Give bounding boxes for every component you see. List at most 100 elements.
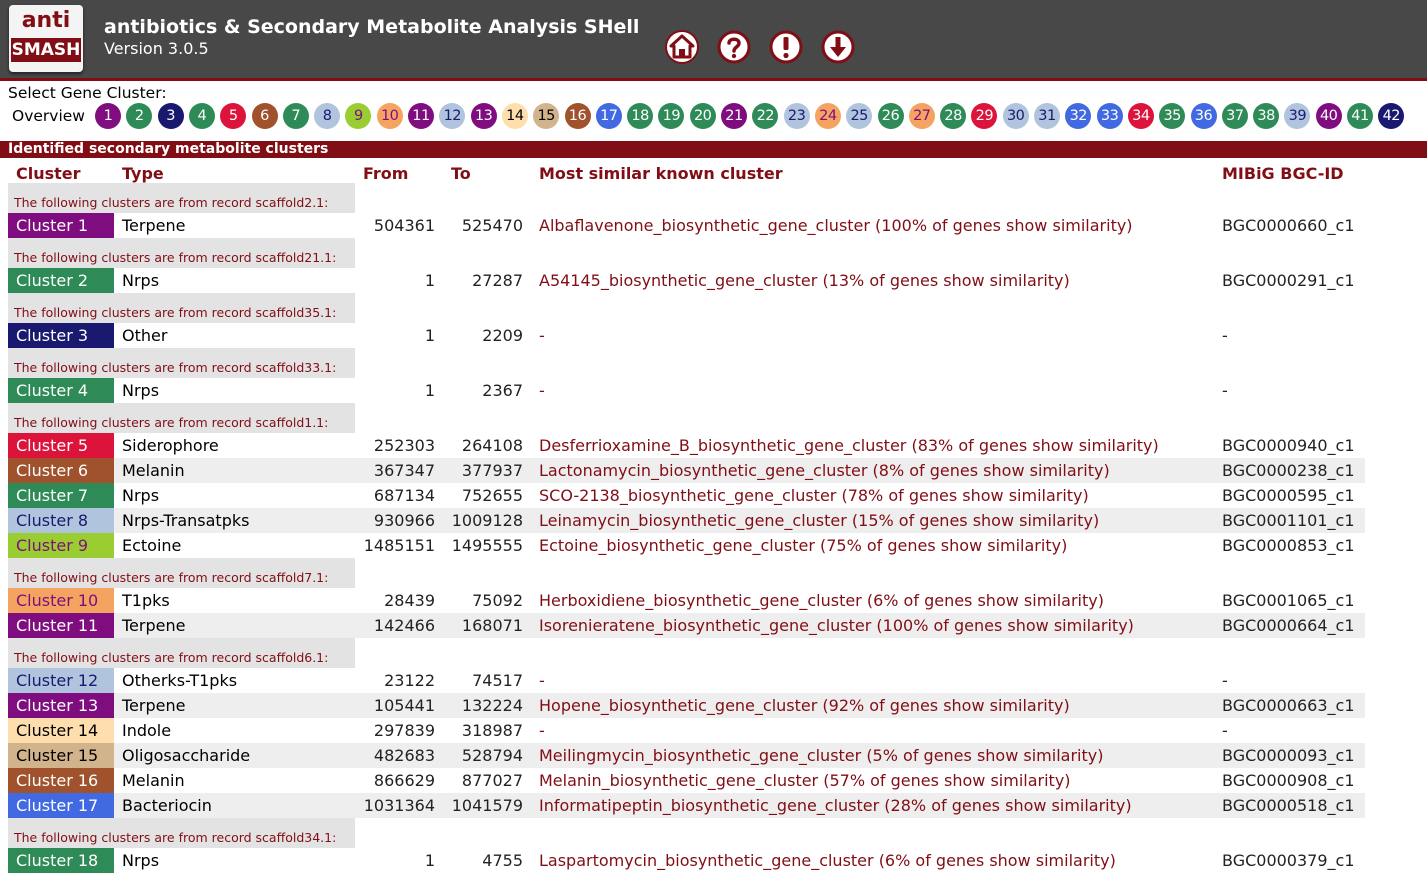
cluster-nav-37[interactable]: 37 [1221, 103, 1248, 129]
most-similar-cluster[interactable]: Leinamycin_biosynthetic_gene_cluster (15… [539, 508, 1099, 533]
cluster-nav-22[interactable]: 22 [752, 103, 779, 129]
table-row[interactable]: Cluster 14 Indole 297839 318987- - [8, 718, 1365, 743]
cluster-link[interactable]: Cluster 10 [8, 588, 114, 613]
table-row[interactable]: Cluster 4 Nrps 1 2367- - [8, 378, 1365, 403]
table-row[interactable]: Cluster 18 Nrps 1 4755 Laspartomycin_biosynt… [8, 848, 1365, 873]
table-row[interactable]: Cluster 7 Nrps 687134 752655 SCO-2138_biosyn… [8, 483, 1365, 508]
cluster-nav-13[interactable]: 13 [470, 103, 497, 129]
cluster-nav-1[interactable]: 1 [95, 103, 121, 129]
cluster-link[interactable]: Cluster 8 [8, 508, 114, 533]
home-icon[interactable] [665, 30, 699, 64]
cluster-nav-3[interactable]: 3 [157, 103, 184, 129]
most-similar-cluster[interactable]: Desferrioxamine_B_biosynthetic_gene_clus… [539, 433, 1159, 458]
cluster-nav-38[interactable]: 38 [1253, 103, 1280, 129]
table-row[interactable]: Cluster 10 T1pks 28439 75092 Herboxidiene_bi… [8, 588, 1365, 613]
table-row[interactable]: Cluster 8 Nrps-Transatpks 930966 1009128 Lei… [8, 508, 1365, 533]
record-header-label: The following clusters are from record s… [14, 650, 329, 665]
cluster-nav-20[interactable]: 20 [689, 103, 716, 129]
cluster-nav-21[interactable]: 21 [721, 103, 747, 129]
table-row[interactable]: Cluster 6 Melanin 367347 377937 Lactonamycin… [8, 458, 1365, 483]
cluster-to: 377937 [461, 461, 523, 480]
cluster-nav-41[interactable]: 41 [1347, 103, 1373, 129]
cluster-nav-17[interactable]: 17 [595, 103, 622, 129]
most-similar-cluster[interactable]: Albaflavenone_biosynthetic_gene_cluster … [539, 213, 1133, 238]
most-similar-cluster[interactable]: Lactonamycin_biosynthetic_gene_cluster (… [539, 458, 1110, 483]
cluster-link[interactable]: Cluster 7 [8, 483, 114, 508]
most-similar-cluster[interactable]: Isorenieratene_biosynthetic_gene_cluster… [539, 613, 1134, 638]
table-row[interactable]: Cluster 15 Oligosaccharide 482683 528794 Mei… [8, 743, 1365, 768]
cluster-nav-2[interactable]: 2 [126, 103, 153, 129]
most-similar-cluster[interactable]: SCO-2138_biosynthetic_gene_cluster (78% … [539, 483, 1089, 508]
cluster-nav-15[interactable]: 15 [533, 103, 560, 129]
cluster-nav-40[interactable]: 40 [1315, 103, 1342, 129]
cluster-nav-11[interactable]: 11 [408, 103, 434, 129]
cluster-nav-29[interactable]: 29 [971, 103, 998, 129]
most-similar-cluster[interactable]: Meilingmycin_biosynthetic_gene_cluster (… [539, 743, 1103, 768]
cluster-nav-10[interactable]: 10 [376, 103, 403, 129]
cluster-link[interactable]: Cluster 18 [8, 848, 114, 873]
cluster-link[interactable]: Cluster 2 [8, 268, 114, 293]
cluster-link[interactable]: Cluster 6 [8, 458, 114, 483]
cluster-link[interactable]: Cluster 13 [8, 693, 114, 718]
cluster-nav-8[interactable]: 8 [314, 103, 341, 129]
cluster-nav-36[interactable]: 36 [1190, 103, 1217, 129]
cluster-nav-34[interactable]: 34 [1127, 103, 1154, 129]
cluster-nav-31[interactable]: 31 [1034, 103, 1060, 129]
cluster-nav-33[interactable]: 33 [1096, 103, 1123, 129]
cluster-nav-30[interactable]: 30 [1002, 103, 1029, 129]
table-row[interactable]: Cluster 5 Siderophore 252303 264108 Desferri… [8, 433, 1365, 458]
cluster-nav-27[interactable]: 27 [908, 103, 935, 129]
cluster-nav-35[interactable]: 35 [1159, 103, 1186, 129]
table-row[interactable]: Cluster 16 Melanin 866629 877027 Melanin_bio… [8, 768, 1365, 793]
antismash-logo[interactable]: anti SMASH [9, 5, 83, 72]
cluster-nav-25[interactable]: 25 [846, 103, 873, 129]
cluster-nav-19[interactable]: 19 [658, 103, 685, 129]
most-similar-cluster[interactable]: Ectoine_biosynthetic_gene_cluster (75% o… [539, 533, 1067, 558]
table-row[interactable]: Cluster 12 Otherks-T1pks 23122 74517- - [8, 668, 1365, 693]
cluster-link[interactable]: Cluster 11 [8, 613, 114, 638]
cluster-link[interactable]: Cluster 9 [8, 533, 114, 558]
cluster-nav-32[interactable]: 32 [1065, 103, 1092, 129]
cluster-link[interactable]: Cluster 4 [8, 378, 114, 403]
table-row[interactable]: Cluster 3 Other 1 2209- - [8, 323, 1365, 348]
cluster-link[interactable]: Cluster 16 [8, 768, 114, 793]
table-row[interactable]: Cluster 2 Nrps 1 27287 A54145_biosynthetic_g… [8, 268, 1365, 293]
cluster-nav-18[interactable]: 18 [627, 103, 654, 129]
overview-link[interactable]: Overview [12, 107, 85, 125]
cluster-nav-6[interactable]: 6 [251, 103, 278, 129]
alert-icon[interactable] [769, 30, 803, 64]
help-icon[interactable] [717, 30, 751, 64]
cluster-nav-42[interactable]: 42 [1378, 103, 1405, 129]
download-icon[interactable] [821, 30, 855, 64]
cluster-link[interactable]: Cluster 3 [8, 323, 114, 348]
cluster-link[interactable]: Cluster 14 [8, 718, 114, 743]
most-similar-cluster[interactable]: Laspartomycin_biosynthetic_gene_cluster … [539, 848, 1116, 873]
most-similar-cluster[interactable]: Herboxidiene_biosynthetic_gene_cluster (… [539, 588, 1104, 613]
cluster-nav-5[interactable]: 5 [220, 103, 247, 129]
cluster-nav-39[interactable]: 39 [1284, 103, 1311, 129]
cluster-link[interactable]: Cluster 1 [8, 213, 114, 238]
table-row[interactable]: Cluster 13 Terpene 105441 132224 Hopene_bios… [8, 693, 1365, 718]
most-similar-cluster[interactable]: A54145_biosynthetic_gene_cluster (13% of… [539, 268, 1070, 293]
cluster-nav-24[interactable]: 24 [814, 103, 841, 129]
cluster-nav-7[interactable]: 7 [282, 103, 309, 129]
cluster-nav-12[interactable]: 12 [439, 103, 466, 129]
cluster-nav-16[interactable]: 16 [564, 103, 591, 129]
most-similar-cluster[interactable]: Melanin_biosynthetic_gene_cluster (57% o… [539, 768, 1071, 793]
table-row[interactable]: Cluster 17 Bacteriocin 1031364 1041579 Infor… [8, 793, 1365, 818]
cluster-nav-14[interactable]: 14 [501, 103, 528, 129]
cluster-nav-28[interactable]: 28 [940, 103, 967, 129]
most-similar-cluster[interactable]: Hopene_biosynthetic_gene_cluster (92% of… [539, 693, 1070, 718]
cluster-nav-9[interactable]: 9 [345, 103, 372, 129]
most-similar-cluster[interactable]: Informatipeptin_biosynthetic_gene_cluste… [539, 793, 1132, 818]
cluster-nav-4[interactable]: 4 [188, 103, 215, 129]
cluster-link[interactable]: Cluster 17 [8, 793, 114, 818]
table-row[interactable]: Cluster 11 Terpene 142466 168071 Isorenierat… [8, 613, 1365, 638]
cluster-link[interactable]: Cluster 12 [8, 668, 114, 693]
cluster-nav-23[interactable]: 23 [783, 103, 810, 129]
cluster-nav-26[interactable]: 26 [877, 103, 904, 129]
table-row[interactable]: Cluster 1 Terpene 504361 525470 Albaflavenon… [8, 213, 1365, 238]
table-row[interactable]: Cluster 9 Ectoine 1485151 1495555 Ectoine_bi… [8, 533, 1365, 558]
cluster-link[interactable]: Cluster 15 [8, 743, 114, 768]
cluster-link[interactable]: Cluster 5 [8, 433, 114, 458]
